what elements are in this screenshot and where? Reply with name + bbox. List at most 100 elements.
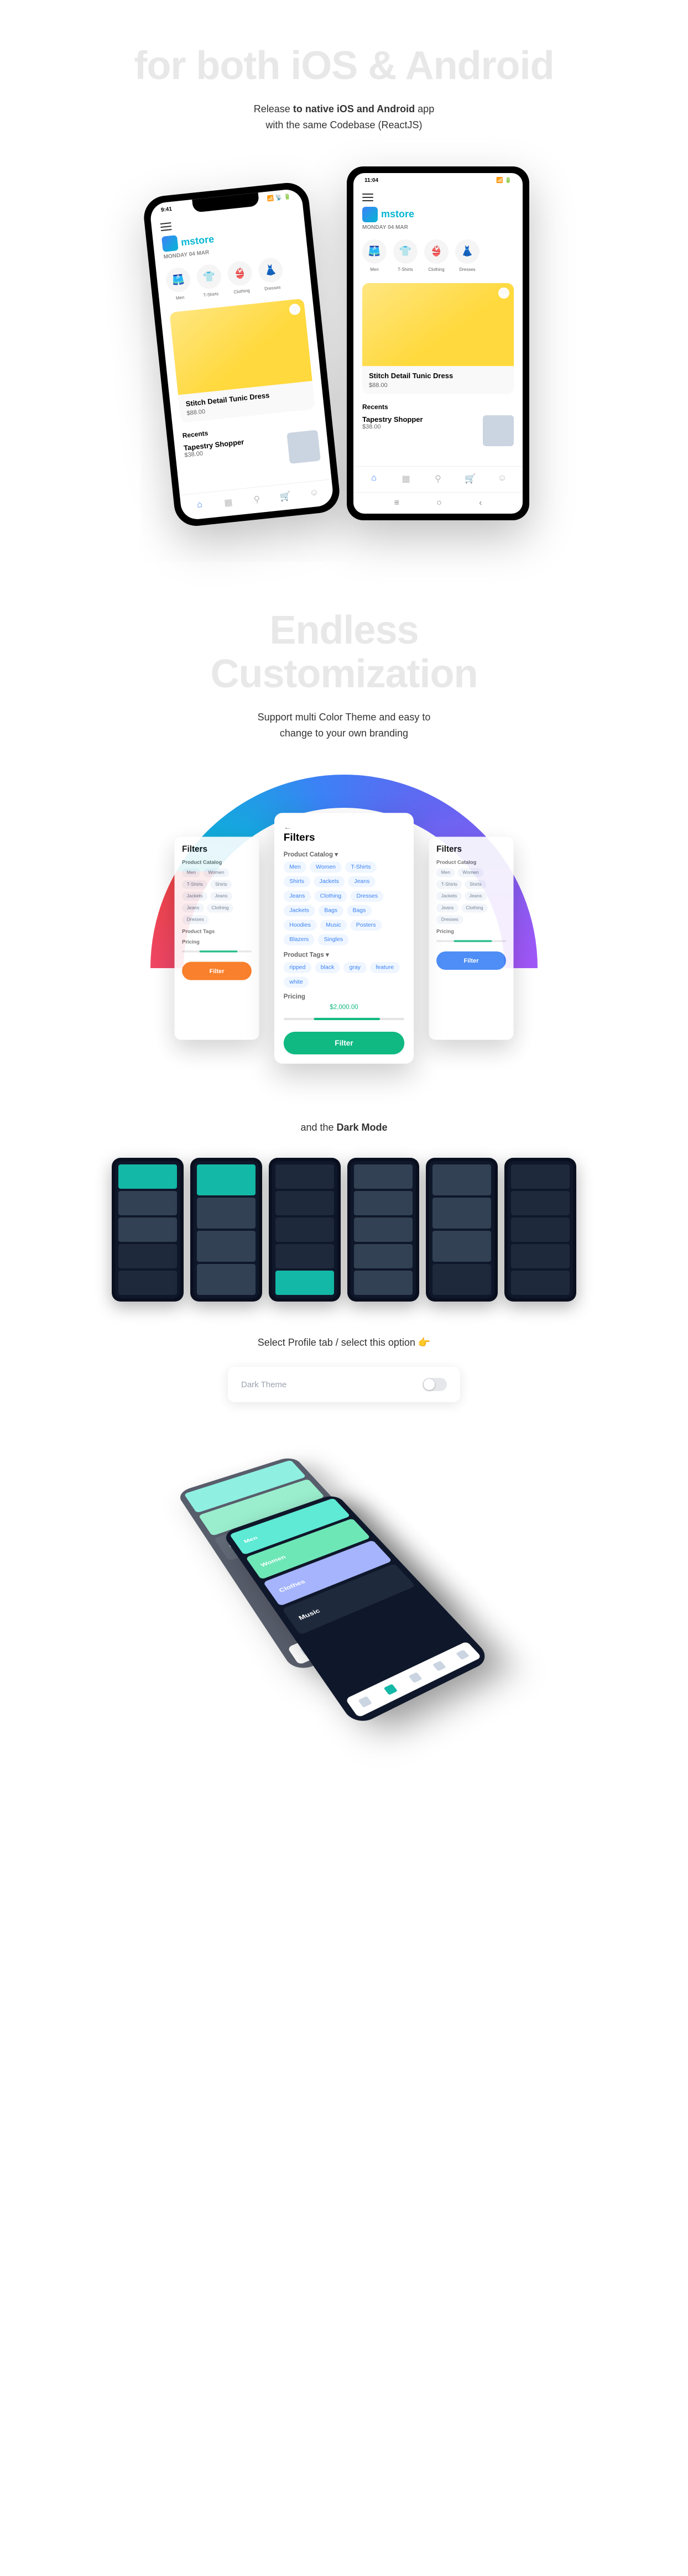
filter-chip[interactable]: Dresses [436,915,463,924]
recents-heading: Recents [353,399,523,413]
dark-screenshot [190,1158,262,1302]
iso-card-label: Clothes [278,1579,307,1594]
filter-section-label[interactable]: Product Catalog ▾ [284,850,404,858]
iphone-screen: 9:41 📶 📡 🔋 mstore MONDAY 04 MAR 🩳Men 👕T-… [149,188,335,521]
filter-chip[interactable]: T-Shirts [182,880,207,889]
category-item[interactable]: 👕T-Shirts [393,239,418,272]
filter-card-right: Filters Product Catalog MenWomenT-Shirts… [429,837,514,1039]
category-item[interactable]: 👗Dresses [257,257,285,291]
filter-section-label: Pricing [182,939,252,944]
iphone-mockup: 9:41 📶 📡 🔋 mstore MONDAY 04 MAR 🩳Men 👕T-… [142,181,341,528]
chevron-down-icon: ▾ [326,952,329,959]
dark-theme-toggle-card: Dark Theme [228,1367,460,1402]
filter-chip[interactable]: Men [182,868,201,877]
hamburger-icon[interactable] [362,194,373,201]
android-recents-icon[interactable]: ≡ [394,498,399,508]
filter-button[interactable]: Filter [182,962,252,980]
grid-icon[interactable]: ▦ [400,473,412,485]
profile-icon[interactable]: ☺ [307,487,321,500]
filter-chip[interactable]: feature [370,962,400,973]
filter-chip[interactable]: Women [310,861,342,872]
category-item[interactable]: 👙Clothing [424,239,449,272]
logo-mark-icon [362,207,378,222]
filter-chip[interactable]: gray [343,962,366,973]
category-icon: 👕 [196,263,222,290]
back-icon[interactable]: ← [284,822,404,832]
category-item[interactable]: 👙Clothing [226,260,254,295]
filter-chip[interactable]: Clothing [314,891,347,902]
price-slider[interactable] [436,940,506,942]
filter-chip[interactable]: Men [284,861,306,872]
filter-chip[interactable]: white [284,976,309,987]
logo-text: mstore [381,208,414,220]
filter-chip[interactable]: Jeans [182,903,204,912]
filter-chip[interactable]: Shirts [210,880,232,889]
filter-chip[interactable]: T-Shirts [345,861,377,872]
filter-chip[interactable]: Men [436,868,455,877]
filter-chip[interactable]: Jackets [284,905,315,916]
filter-chip[interactable]: Blazers [284,934,315,945]
filter-chip[interactable]: Shirts [284,876,310,887]
android-home-icon[interactable]: ○ [436,498,442,508]
filter-chip[interactable]: Jackets [182,892,207,901]
search-icon[interactable]: ⚲ [432,473,444,485]
heart-icon[interactable]: ♡ [498,288,509,299]
filter-chip[interactable]: Bags [319,905,343,916]
home-icon[interactable]: ⌂ [368,473,380,485]
filter-chip[interactable]: Posters [350,919,382,931]
profile-icon[interactable]: ☺ [496,473,508,485]
filter-chip[interactable]: Jeans [210,892,232,901]
filter-chip[interactable]: Bags [347,905,372,916]
app-logo: mstore [353,207,523,222]
filter-chip[interactable]: Women [458,868,483,877]
category-item[interactable]: 👕T-Shirts [196,263,223,298]
price-value: $2,000.00 [284,1004,404,1011]
filter-button[interactable]: Filter [436,952,506,970]
product-price: $88.00 [362,382,514,394]
filter-chip[interactable]: Jackets [314,876,345,887]
filter-chip[interactable]: Dresses [351,891,384,902]
filter-chip[interactable]: Clothing [461,903,488,912]
search-icon[interactable]: ⚲ [251,493,264,506]
filter-chip[interactable]: Shirts [465,880,486,889]
iso-bottom-nav [345,1642,482,1718]
dark-theme-toggle[interactable] [423,1378,447,1391]
iso-card-label: Women [259,1554,287,1568]
filter-chip[interactable]: Jackets [436,892,462,901]
filter-chip[interactable]: Jeans [284,891,311,902]
heading-customization: Endless Customization [0,609,688,696]
filter-chip[interactable]: Jeans [348,876,376,887]
filter-chip[interactable]: Jeans [436,903,458,912]
product-card[interactable]: ♡ Stitch Detail Tunic Dress $88.00 [169,299,315,423]
filter-chip[interactable]: Women [204,868,229,877]
status-bar: 11:04 📶 🔋 [353,173,523,188]
filter-section-label[interactable]: Product Tags ▾ [284,951,404,959]
filter-chip[interactable]: black [315,962,340,973]
filter-chip[interactable]: T-Shirts [436,880,462,889]
price-slider[interactable] [182,950,252,952]
category-item[interactable]: 🩳Men [362,239,387,272]
filter-chip[interactable]: Clothing [207,903,233,912]
price-slider[interactable] [284,1018,404,1020]
filter-section-label: Product Catalog [182,860,252,865]
filter-chip[interactable]: Dresses [182,915,209,924]
filter-card-left: Filters Product Catalog MenWomenT-Shirts… [175,837,259,1039]
cart-icon[interactable]: 🛒 [279,490,292,504]
hamburger-icon[interactable] [160,222,171,231]
home-icon[interactable]: ⌂ [193,499,206,513]
category-item[interactable]: 🩳Men [165,267,192,301]
android-back-icon[interactable]: ‹ [479,498,482,508]
recent-item[interactable]: Tapestry Shopper $38.00 [353,413,523,448]
filter-section-label: Pricing [436,929,506,934]
product-card[interactable]: ♡ Stitch Detail Tunic Dress $88.00 [362,283,514,394]
filter-chip[interactable]: Singles [318,934,348,945]
filter-chip[interactable]: Hoodies [284,919,317,931]
filter-chip[interactable]: Jeans [465,892,487,901]
filter-button[interactable]: Filter [284,1032,404,1054]
category-item[interactable]: 👗Dresses [455,239,479,272]
filter-chip[interactable]: ripped [284,962,311,973]
filter-chip[interactable]: Music [320,919,347,931]
cart-icon[interactable]: 🛒 [464,473,476,485]
grid-icon[interactable]: ▦ [222,497,235,510]
recent-thumbnail [286,430,321,464]
